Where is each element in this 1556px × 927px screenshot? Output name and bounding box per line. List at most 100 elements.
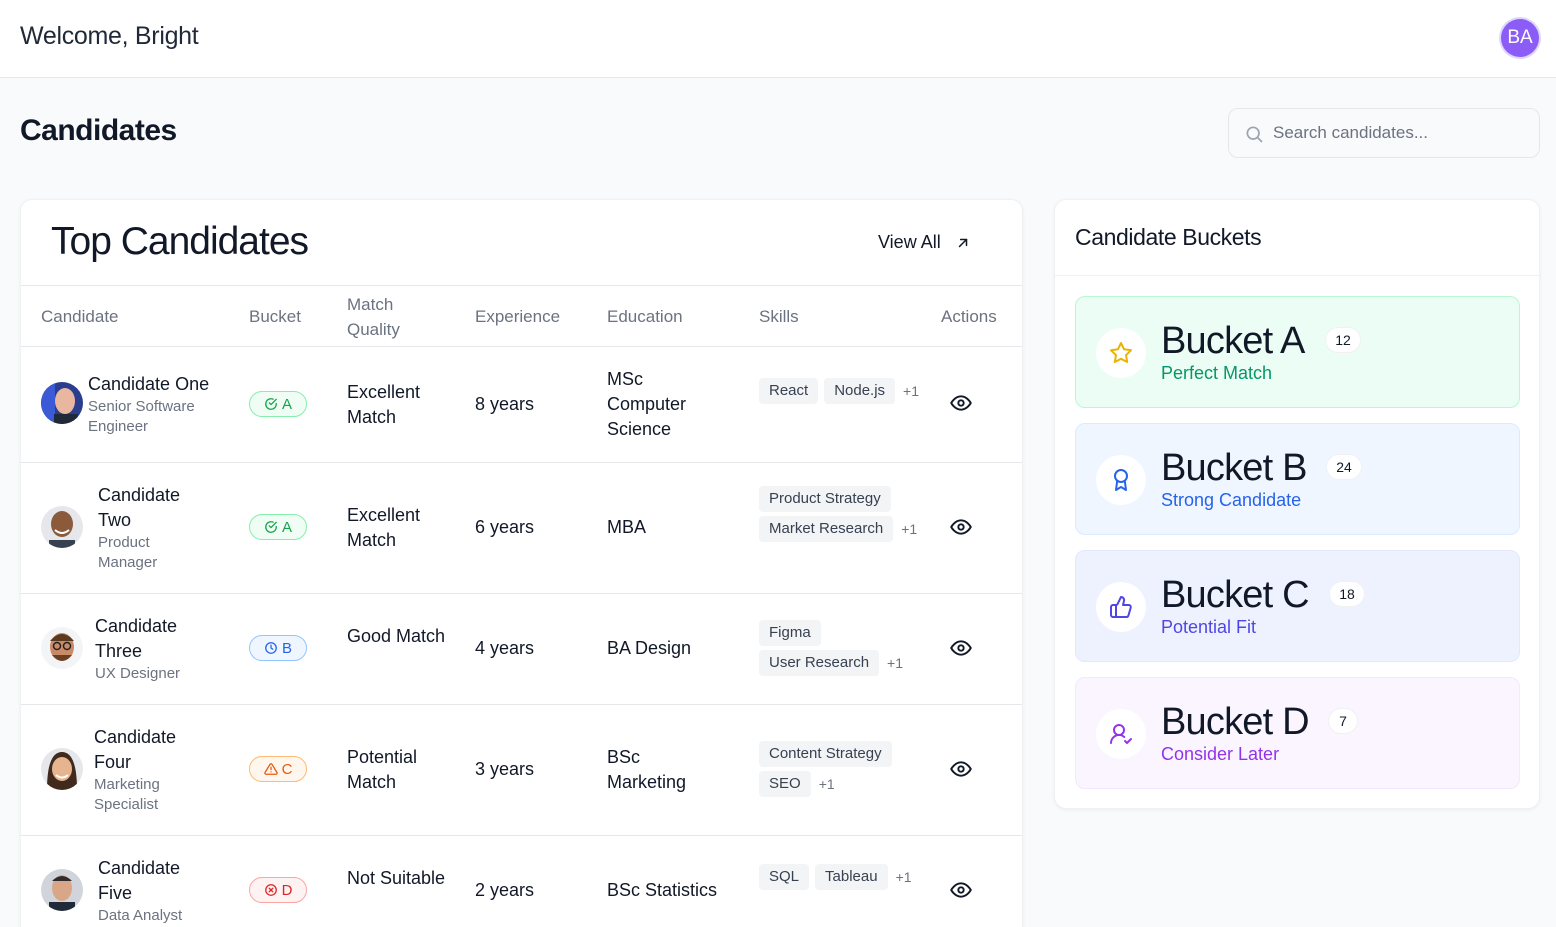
bucket-card-a[interactable]: Bucket A 12 Perfect Match [1075,296,1520,408]
search-box [1228,108,1540,158]
candidate-buckets-card: Candidate Buckets Bucket A 12 Perfect Ma… [1054,199,1541,809]
bucket-card-d[interactable]: Bucket D 7 Consider Later [1075,677,1520,789]
skill-chip: Figma [759,620,821,646]
candidate-info: Candidate Four Marketing Specialist [94,725,194,815]
eye-icon[interactable] [950,640,972,656]
skill-chip: Content Strategy [759,741,892,767]
bucket-subtitle: Perfect Match [1161,363,1273,383]
eye-icon[interactable] [950,519,972,535]
candidate-role: Marketing Specialist [94,776,160,813]
eye-icon[interactable] [950,395,972,411]
star-icon [1096,328,1146,378]
candidate-name: Candidate Two [98,485,181,530]
arrow-up-right-icon [958,238,967,247]
candidate-role: Data Analyst [98,907,183,924]
bucket-count: 12 [1325,327,1361,353]
search-input[interactable] [1273,109,1528,157]
experience: 8 years [475,394,535,414]
view-all-label: View All [878,232,941,252]
candidate-avatar [41,382,83,424]
buckets-title: Candidate Buckets [1075,224,1262,250]
candidate-role: Senior Software Engineer [88,398,195,435]
skill-chip: Market Research [759,516,894,542]
bucket-letter: D [281,881,293,899]
column-header: Experience [475,307,561,326]
bucket-letter: A [281,395,292,413]
column-header: Actions [941,307,997,326]
award-icon [1096,455,1146,505]
skills-list: React Node.js +1 [759,378,929,404]
page-title: Candidates [20,114,177,147]
more-skills: +1 [903,383,920,399]
bucket-badge: A [249,514,307,540]
candidate-avatar [41,506,83,548]
bucket-name: Bucket D [1161,701,1310,743]
candidate-info: Candidate Five Data Analyst [98,856,198,926]
bucket-badge: A [249,391,307,417]
match-quality: Excellent Match [347,505,421,550]
check-circle-icon [265,521,277,533]
user-avatar[interactable]: BA [1501,19,1539,57]
clock-icon [265,642,277,654]
top-candidates-card: Top Candidates View All Candidate Bucket… [20,199,1023,927]
bucket-badge: B [249,635,307,661]
bucket-badge: C [249,756,307,782]
bucket-subtitle: Potential Fit [1161,617,1257,637]
table-row: Candidate One Senior Software Engineer A… [21,347,1022,463]
skill-chip: Node.js [824,378,896,404]
table-row: Candidate Four Marketing Specialist C Po… [21,705,1022,836]
bucket-name: Bucket C [1161,574,1310,616]
education: MBA [607,517,647,537]
skills-list: Figma User Research +1 [759,620,929,676]
candidate-info: Candidate Two Product Manager [98,483,198,573]
bucket-badge: D [249,877,307,903]
table-header: Candidate Bucket Match Quality Experienc… [21,285,1022,347]
candidate-role: UX Designer [95,665,181,682]
bucket-subtitle: Consider Later [1161,744,1280,764]
match-quality: Good Match [347,626,446,646]
skill-chip: SQL [759,864,810,890]
bucket-letter: B [281,639,292,657]
bucket-count: 24 [1326,454,1362,480]
welcome-text: Welcome, Bright [20,22,199,50]
bucket-name: Bucket A [1161,320,1305,362]
skill-chip: Product Strategy [759,486,891,512]
education: BA Design [607,638,692,658]
candidate-role: Product Manager [98,534,158,571]
education: MSc Computer Science [607,369,687,439]
table-row: Candidate Two Product Manager A Excellen… [21,463,1022,594]
more-skills: +1 [818,776,835,792]
candidate-name: Candidate One [88,374,210,394]
bucket-letter: C [281,760,293,778]
top-bar: Welcome, Bright BA [0,0,1556,78]
table-row: Candidate Five Data Analyst D Not Suitab… [21,836,1022,927]
match-quality: Not Suitable [347,868,446,888]
view-all-link[interactable]: View All [878,232,970,253]
thumbs-up-icon [1096,582,1146,632]
candidate-avatar [41,748,83,790]
skill-chip: Tableau [815,864,888,890]
column-header: Bucket [249,307,301,326]
skill-chip: React [759,378,819,404]
bucket-letter: A [281,518,292,536]
divider [1055,275,1541,276]
bucket-count: 7 [1328,708,1358,734]
skills-list: SQL Tableau +1 [759,864,929,890]
check-circle-icon [265,398,277,410]
experience: 2 years [475,880,535,900]
eye-icon[interactable] [950,761,972,777]
more-skills: +1 [887,655,904,671]
bucket-card-b[interactable]: Bucket B 24 Strong Candidate [1075,423,1520,535]
experience: 6 years [475,517,535,537]
bucket-name: Bucket B [1161,447,1307,489]
bucket-count: 18 [1329,581,1365,607]
more-skills: +1 [895,869,912,885]
bucket-card-c[interactable]: Bucket C 18 Potential Fit [1075,550,1520,662]
column-header: Skills [759,307,799,326]
eye-icon[interactable] [950,882,972,898]
skills-list: Product Strategy Market Research +1 [759,486,929,542]
column-header: Match Quality [347,295,400,339]
bucket-subtitle: Strong Candidate [1161,490,1302,510]
x-circle-icon [264,884,277,896]
search-icon [1246,126,1263,143]
